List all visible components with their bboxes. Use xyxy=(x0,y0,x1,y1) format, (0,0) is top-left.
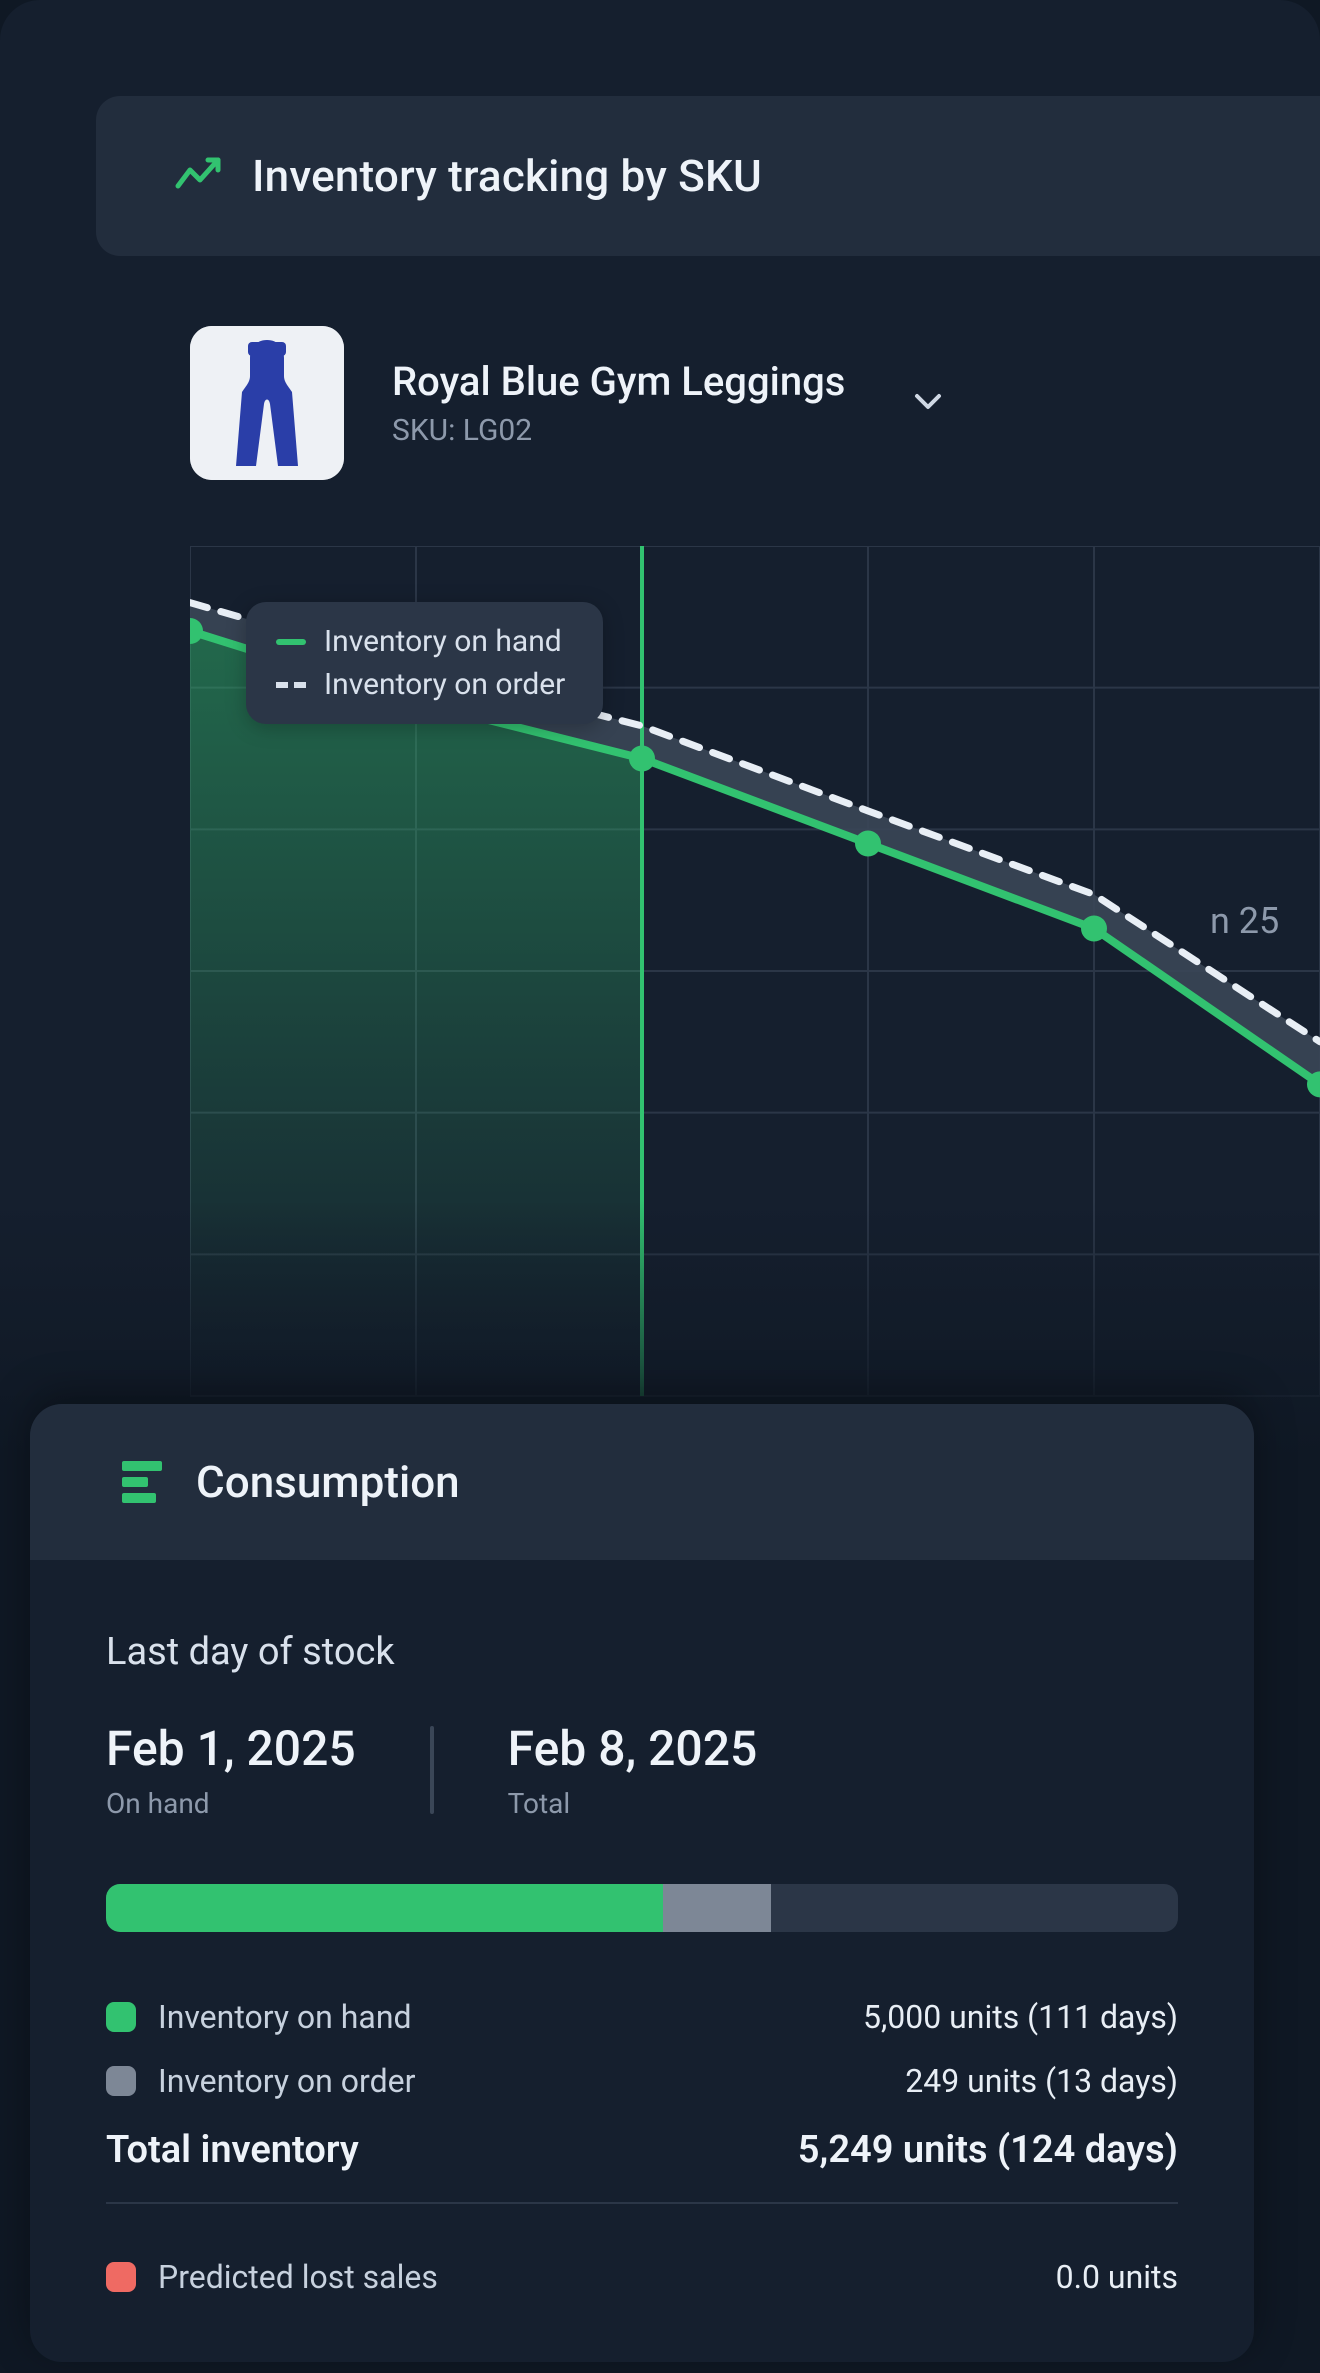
divider xyxy=(106,2202,1178,2204)
row-lost-sales: Predicted lost sales 0.0 units xyxy=(106,2258,1178,2296)
row-total-value: 5,249 units (124 days) xyxy=(798,2128,1178,2172)
card-title: Inventory tracking by SKU xyxy=(252,150,762,202)
bar-segment-on-hand xyxy=(106,1884,663,1932)
stock-dates: Feb 1, 2025 On hand Feb 8, 2025 Total xyxy=(106,1720,1178,1820)
chart-x-tick: n 25 xyxy=(1210,900,1279,942)
row-lost-sales-value: 0.0 units xyxy=(1056,2258,1178,2296)
swatch-gray xyxy=(106,2066,136,2096)
inventory-chart[interactable]: Inventory on hand Inventory on order xyxy=(190,546,1320,1460)
legend-swatch-green xyxy=(276,639,306,645)
row-on-order-value: 249 units (13 days) xyxy=(905,2062,1178,2100)
on-hand-date-sub: On hand xyxy=(106,1787,356,1820)
legend-on-order: Inventory on order xyxy=(276,667,565,702)
consumption-header: Consumption xyxy=(30,1404,1254,1560)
consumption-title: Consumption xyxy=(196,1456,460,1508)
card-header: Inventory tracking by SKU xyxy=(96,96,1320,256)
legend-on-hand-label: Inventory on hand xyxy=(324,624,562,659)
bars-icon xyxy=(122,1461,162,1503)
inventory-bar xyxy=(106,1884,1178,1932)
product-text: Royal Blue Gym Leggings SKU: LG02 xyxy=(392,358,845,448)
divider-vertical xyxy=(430,1726,434,1814)
last-day-label: Last day of stock xyxy=(106,1630,1178,1674)
on-hand-date: Feb 1, 2025 xyxy=(106,1720,356,1777)
product-thumbnail xyxy=(190,326,344,480)
legend-on-hand: Inventory on hand xyxy=(276,624,565,659)
row-on-order: Inventory on order 249 units (13 days) xyxy=(106,2062,1178,2100)
chart-line-icon xyxy=(174,152,222,200)
row-on-order-label: Inventory on order xyxy=(158,2062,415,2100)
product-name: Royal Blue Gym Leggings xyxy=(392,358,845,405)
swatch-red xyxy=(106,2262,136,2292)
row-lost-sales-label: Predicted lost sales xyxy=(158,2258,438,2296)
consumption-card: Consumption Last day of stock Feb 1, 202… xyxy=(30,1404,1254,2362)
total-date-sub: Total xyxy=(508,1787,758,1820)
row-on-hand: Inventory on hand 5,000 units (111 days) xyxy=(106,1998,1178,2036)
row-on-hand-label: Inventory on hand xyxy=(158,1998,412,2036)
bar-segment-on-order xyxy=(663,1884,770,1932)
product-selector[interactable]: Royal Blue Gym Leggings SKU: LG02 xyxy=(190,326,1280,480)
chevron-down-icon xyxy=(913,386,943,420)
chart-legend: Inventory on hand Inventory on order xyxy=(246,602,603,724)
product-sku: SKU: LG02 xyxy=(392,413,845,448)
total-date-block: Feb 8, 2025 Total xyxy=(508,1720,758,1820)
legend-on-order-label: Inventory on order xyxy=(324,667,565,702)
on-hand-date-block: Feb 1, 2025 On hand xyxy=(106,1720,356,1820)
legend-swatch-dash xyxy=(276,682,306,688)
row-total-label: Total inventory xyxy=(106,2128,359,2172)
total-date: Feb 8, 2025 xyxy=(508,1720,758,1777)
row-total: Total inventory 5,249 units (124 days) xyxy=(106,2128,1178,2172)
inventory-tracking-card: Inventory tracking by SKU Royal Blue Gym… xyxy=(0,0,1320,1460)
swatch-green xyxy=(106,2002,136,2032)
row-on-hand-value: 5,000 units (111 days) xyxy=(863,1998,1178,2036)
